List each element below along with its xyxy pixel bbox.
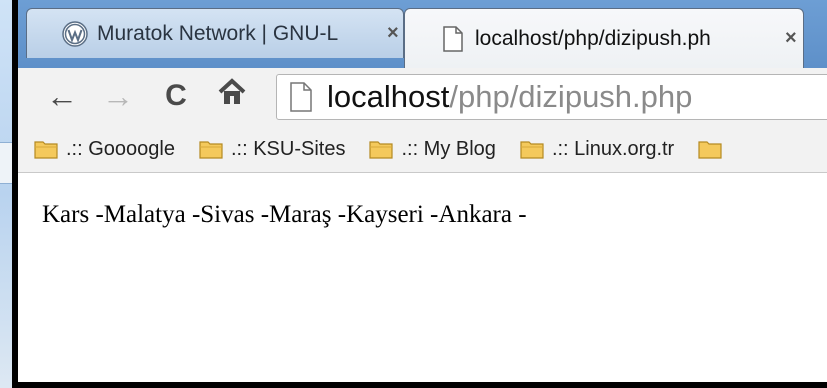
- forward-button[interactable]: →: [100, 76, 136, 116]
- folder-icon: [698, 141, 722, 159]
- tab-strip: Muratok Network | GNU-L × localhost/php/…: [18, 0, 827, 68]
- bookmark-folder-my-blog[interactable]: .:: My Blog: [369, 137, 496, 161]
- page-icon: [439, 25, 467, 53]
- tab-muratok-network[interactable]: Muratok Network | GNU-L ×: [26, 8, 404, 58]
- bookmark-label: .:: KSU-Sites: [230, 137, 346, 160]
- browser-toolbar: ← → C localhost/php/dizipush.php: [18, 68, 827, 126]
- bookmark-label: .:: My Blog: [401, 137, 496, 160]
- forward-arrow-icon: →: [102, 77, 134, 114]
- url-path: /php/dizipush.php: [449, 79, 693, 114]
- folder-icon: [34, 141, 58, 159]
- folder-icon: [199, 141, 223, 159]
- bookmark-folder-linux-org-tr[interactable]: .:: Linux.org.tr: [520, 138, 674, 161]
- bookmark-label: .:: Goooogle: [66, 137, 175, 160]
- back-arrow-icon: ←: [46, 77, 78, 114]
- url-host: localhost: [327, 79, 450, 114]
- reload-button[interactable]: C: [158, 76, 194, 116]
- wordpress-icon: [61, 20, 89, 48]
- folder-icon: [520, 141, 544, 159]
- bookmark-folder-overflow[interactable]: [698, 139, 730, 159]
- bookmark-folder-goooogle[interactable]: .:: Goooogle: [34, 138, 175, 161]
- page-content: Kars -Malatya -Sivas -Maraş -Kayseri -An…: [18, 173, 827, 382]
- tab-title: Muratok Network | GNU-L: [97, 21, 339, 45]
- folder-icon: [369, 141, 394, 159]
- close-icon[interactable]: ×: [387, 22, 399, 45]
- reload-icon: C: [165, 79, 187, 112]
- page-icon: [289, 82, 315, 112]
- close-icon[interactable]: ×: [785, 27, 797, 50]
- bookmark-folder-ksu-sites[interactable]: .:: KSU-Sites: [199, 138, 345, 161]
- bookmark-label: .:: Linux.org.tr: [551, 137, 675, 160]
- home-button[interactable]: [214, 76, 250, 116]
- home-icon: [217, 77, 247, 115]
- back-button[interactable]: ←: [44, 76, 80, 116]
- bookmarks-bar: .:: Goooogle .:: KSU-Sites .:: My Blog .…: [18, 126, 827, 173]
- tab-title: localhost/php/dizipush.ph: [475, 26, 711, 50]
- browser-window: Muratok Network | GNU-L × localhost/php/…: [12, 0, 827, 388]
- tab-dizipush[interactable]: localhost/php/dizipush.ph ×: [404, 8, 804, 68]
- city-list-text: Kars -Malatya -Sivas -Maraş -Kayseri -An…: [42, 201, 527, 228]
- address-bar[interactable]: localhost/php/dizipush.php: [276, 74, 827, 120]
